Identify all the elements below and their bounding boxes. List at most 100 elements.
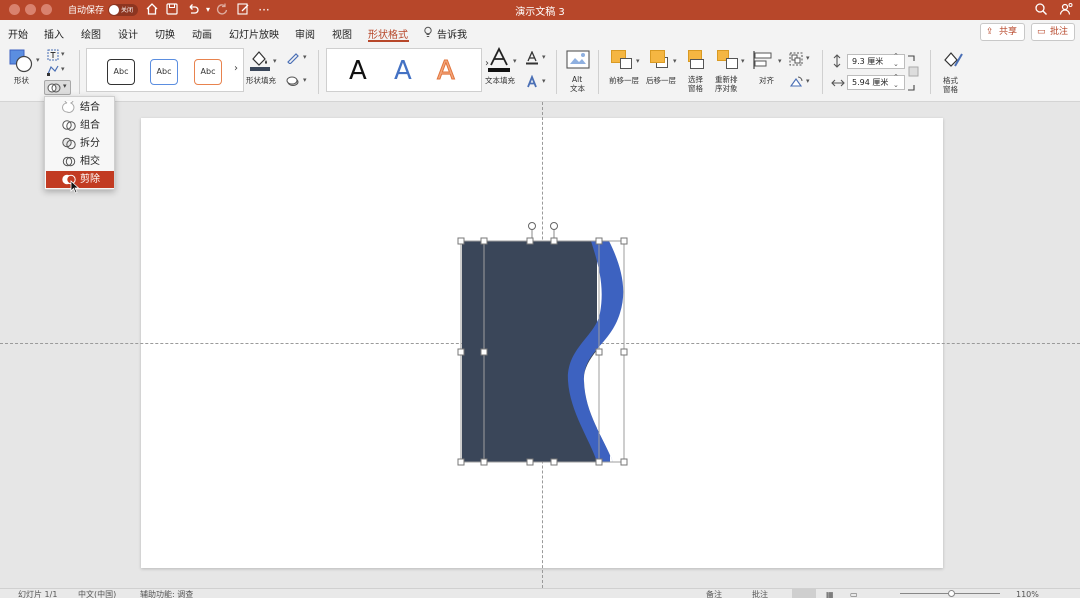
edit-shape-icon[interactable] <box>47 64 59 80</box>
ribbon-tab-row: 开始 插入 绘图 设计 切换 动画 幻灯片放映 审阅 视图 形状格式 告诉我 <box>0 20 1080 44</box>
gallery-more-icon[interactable]: › <box>234 63 238 74</box>
width-stepper-icon[interactable]: ⌃ ⌄ <box>893 73 899 89</box>
align-icon[interactable] <box>752 50 774 73</box>
text-outline-dropdown-icon[interactable]: ▾ <box>542 53 546 61</box>
shape-style-dark[interactable]: Abc <box>107 59 135 85</box>
search-icon[interactable] <box>1033 2 1049 18</box>
group-dropdown-icon[interactable]: ▾ <box>806 54 810 62</box>
tab-animations[interactable]: 动画 <box>192 26 212 41</box>
menu-label-fragment: 拆分 <box>80 138 100 149</box>
ribbon-separator <box>556 50 557 94</box>
tab-design[interactable]: 设计 <box>118 26 138 41</box>
document-title: 演示文稿 3 <box>515 7 565 18</box>
shapes-icon[interactable] <box>9 49 35 76</box>
reorder-label-1: 重新排 <box>715 75 738 84</box>
format-pane-label-1: 格式 <box>943 76 958 85</box>
menu-label-union: 结合 <box>80 102 100 113</box>
comments-status-button[interactable]: 批注 <box>752 590 768 598</box>
tab-shape-format[interactable]: 形状格式 <box>368 26 408 41</box>
text-outline-icon[interactable] <box>525 50 539 69</box>
text-fill-icon[interactable] <box>487 46 511 76</box>
group-icon[interactable] <box>789 52 803 70</box>
tab-view[interactable]: 视图 <box>332 26 352 41</box>
text-effects-icon[interactable] <box>525 74 539 93</box>
language-indicator[interactable]: 中文(中国) <box>78 590 116 598</box>
merge-shapes-button[interactable]: ▾ <box>44 80 71 95</box>
share-label: 共享 <box>999 27 1018 37</box>
shape-style-blue[interactable]: Abc <box>150 59 178 85</box>
selected-shapes[interactable] <box>450 218 640 474</box>
slide-sorter-icon[interactable]: ▦ <box>826 590 834 598</box>
shape-style-orange[interactable]: Abc <box>194 59 222 85</box>
comments-button[interactable]: ▭ 批注 <box>1031 23 1075 41</box>
tab-insert[interactable]: 插入 <box>44 26 64 41</box>
comment-icon: ▭ <box>1037 27 1046 37</box>
shapes-label: 形状 <box>14 76 29 85</box>
zoom-level[interactable]: 110% <box>1016 590 1039 598</box>
tab-draw[interactable]: 绘图 <box>81 26 101 41</box>
selection-pane-label-1: 选择 <box>688 75 703 84</box>
shape-height-icon <box>831 54 843 72</box>
reorder-dropdown-icon[interactable]: ▾ <box>741 57 745 65</box>
tab-slideshow[interactable]: 幻灯片放映 <box>229 26 279 41</box>
normal-view-button[interactable] <box>792 589 816 598</box>
align-label: 对齐 <box>759 76 774 85</box>
tell-me-search[interactable]: 告诉我 <box>437 26 467 41</box>
tab-transitions[interactable]: 切换 <box>155 26 175 41</box>
height-stepper-icon[interactable]: ⌃ ⌄ <box>893 52 899 68</box>
menu-item-union[interactable]: 结合 <box>46 99 114 116</box>
rotate-dropdown-icon[interactable]: ▾ <box>806 77 810 85</box>
account-icon[interactable] <box>1058 2 1074 18</box>
text-box-dropdown-icon[interactable]: ▾ <box>61 50 65 58</box>
zoom-slider-knob[interactable] <box>948 590 955 597</box>
rotation-handle <box>528 222 536 230</box>
share-button[interactable]: ⇪ 共享 <box>980 23 1025 41</box>
status-bar: 幻灯片 1/1 中文(中国) 辅助功能: 调查 备注 批注 ▦ ▭ 110% <box>0 588 1080 598</box>
edit-shape-dropdown-icon[interactable]: ▾ <box>61 65 65 73</box>
bring-forward-dropdown-icon[interactable]: ▾ <box>636 57 640 65</box>
shapes-dropdown-icon[interactable]: ▾ <box>36 56 40 64</box>
tab-home[interactable]: 开始 <box>8 26 28 41</box>
selection-pane-label-2: 窗格 <box>688 84 703 93</box>
rotate-icon[interactable] <box>789 76 803 92</box>
rotation-handle <box>550 222 558 230</box>
wordart-black[interactable]: A <box>349 56 367 86</box>
send-backward-dropdown-icon[interactable]: ▾ <box>673 57 677 65</box>
shape-fill-dropdown-icon[interactable]: ▾ <box>273 57 277 65</box>
menu-item-subtract[interactable]: 剪除 <box>46 171 114 188</box>
alt-text-icon[interactable] <box>566 49 590 74</box>
alt-text-label-2: 文本 <box>570 84 585 93</box>
notes-button[interactable]: 备注 <box>706 590 722 598</box>
tab-review[interactable]: 审阅 <box>295 26 315 41</box>
share-icon: ⇪ <box>986 27 994 37</box>
accessibility-status[interactable]: 辅助功能: 调查 <box>140 590 193 598</box>
mouse-cursor-icon <box>70 180 80 194</box>
format-pane-label-2: 窗格 <box>943 85 958 94</box>
menu-item-combine[interactable]: 组合 <box>46 117 114 134</box>
text-effects-dropdown-icon[interactable]: ▾ <box>542 77 546 85</box>
wordart-orange[interactable]: A <box>437 56 456 87</box>
menu-item-fragment[interactable]: 拆分 <box>46 135 114 152</box>
shape-styles-gallery: Abc Abc Abc › <box>86 48 244 92</box>
menu-item-intersect[interactable]: 相交 <box>46 153 114 170</box>
text-box-icon[interactable] <box>47 49 59 65</box>
merge-shapes-dropdown-icon: ▾ <box>63 82 67 90</box>
reading-view-icon[interactable]: ▭ <box>850 590 858 598</box>
combine-icon <box>62 120 76 131</box>
shape-fill-icon[interactable] <box>248 48 272 75</box>
ribbon-separator <box>822 50 823 94</box>
shape-outline-dropdown-icon[interactable]: ▾ <box>303 53 307 61</box>
shape-effects-dropdown-icon[interactable]: ▾ <box>303 76 307 84</box>
slide-counter: 幻灯片 1/1 <box>18 590 58 598</box>
wordart-blue[interactable]: A <box>394 56 412 86</box>
text-fill-dropdown-icon[interactable]: ▾ <box>513 57 517 65</box>
shape-effects-icon[interactable] <box>286 75 300 91</box>
lock-aspect-icon[interactable] <box>906 53 920 96</box>
merge-shapes-icon <box>47 82 61 97</box>
format-pane-icon[interactable] <box>940 48 964 75</box>
ribbon-separator <box>930 50 931 94</box>
shape-outline-icon[interactable] <box>286 52 300 68</box>
fragment-icon <box>62 137 76 150</box>
align-dropdown-icon[interactable]: ▾ <box>778 57 782 65</box>
menu-label-combine: 组合 <box>80 120 100 131</box>
